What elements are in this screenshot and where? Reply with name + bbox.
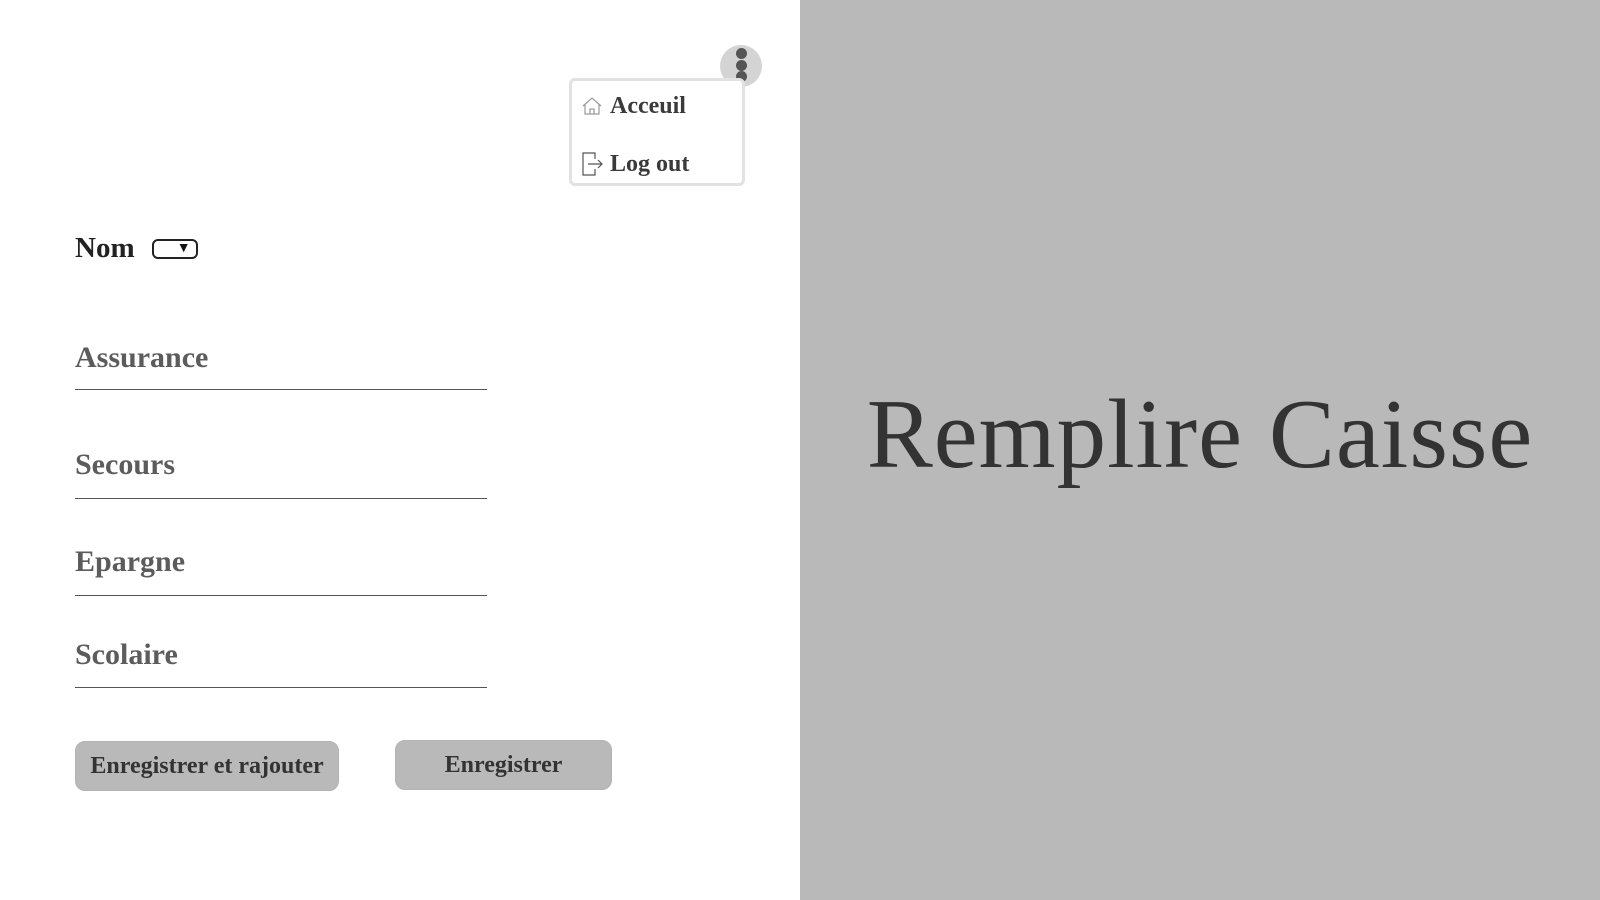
secours-field-wrapper <box>75 445 487 499</box>
page-title: Remplire Caisse <box>866 380 1534 489</box>
page: Acceuil Log out Nom ▼ Assurance Secours … <box>0 0 1600 900</box>
nom-row: Nom ▼ <box>75 232 198 265</box>
home-icon <box>580 93 604 119</box>
epargne-input[interactable] <box>75 542 487 582</box>
save-and-add-button[interactable]: Enregistrer et rajouter <box>75 741 339 791</box>
nom-select[interactable]: ▼ <box>151 238 198 259</box>
secours-input[interactable] <box>75 445 487 485</box>
menu-item-label: Log out <box>610 150 690 177</box>
kebab-dot <box>736 60 747 71</box>
kebab-dot <box>736 48 747 59</box>
assurance-field-wrapper <box>75 338 487 390</box>
form-panel: Acceuil Log out Nom ▼ Assurance Secours … <box>0 0 800 900</box>
scolaire-input[interactable] <box>75 635 487 675</box>
scolaire-field-wrapper <box>75 635 487 688</box>
logout-icon <box>580 151 604 177</box>
menu-item-label: Acceuil <box>610 92 686 119</box>
assurance-input[interactable] <box>75 338 487 378</box>
save-button[interactable]: Enregistrer <box>395 740 612 790</box>
nom-label: Nom <box>75 232 135 264</box>
menu-item-acceuil[interactable]: Acceuil <box>580 91 686 121</box>
title-panel: Remplire Caisse <box>800 0 1600 900</box>
menu-item-logout[interactable]: Log out <box>580 149 689 179</box>
caret-down-icon: ▼ <box>176 240 191 256</box>
epargne-field-wrapper <box>75 542 487 596</box>
dropdown-menu: Acceuil Log out <box>569 78 745 186</box>
